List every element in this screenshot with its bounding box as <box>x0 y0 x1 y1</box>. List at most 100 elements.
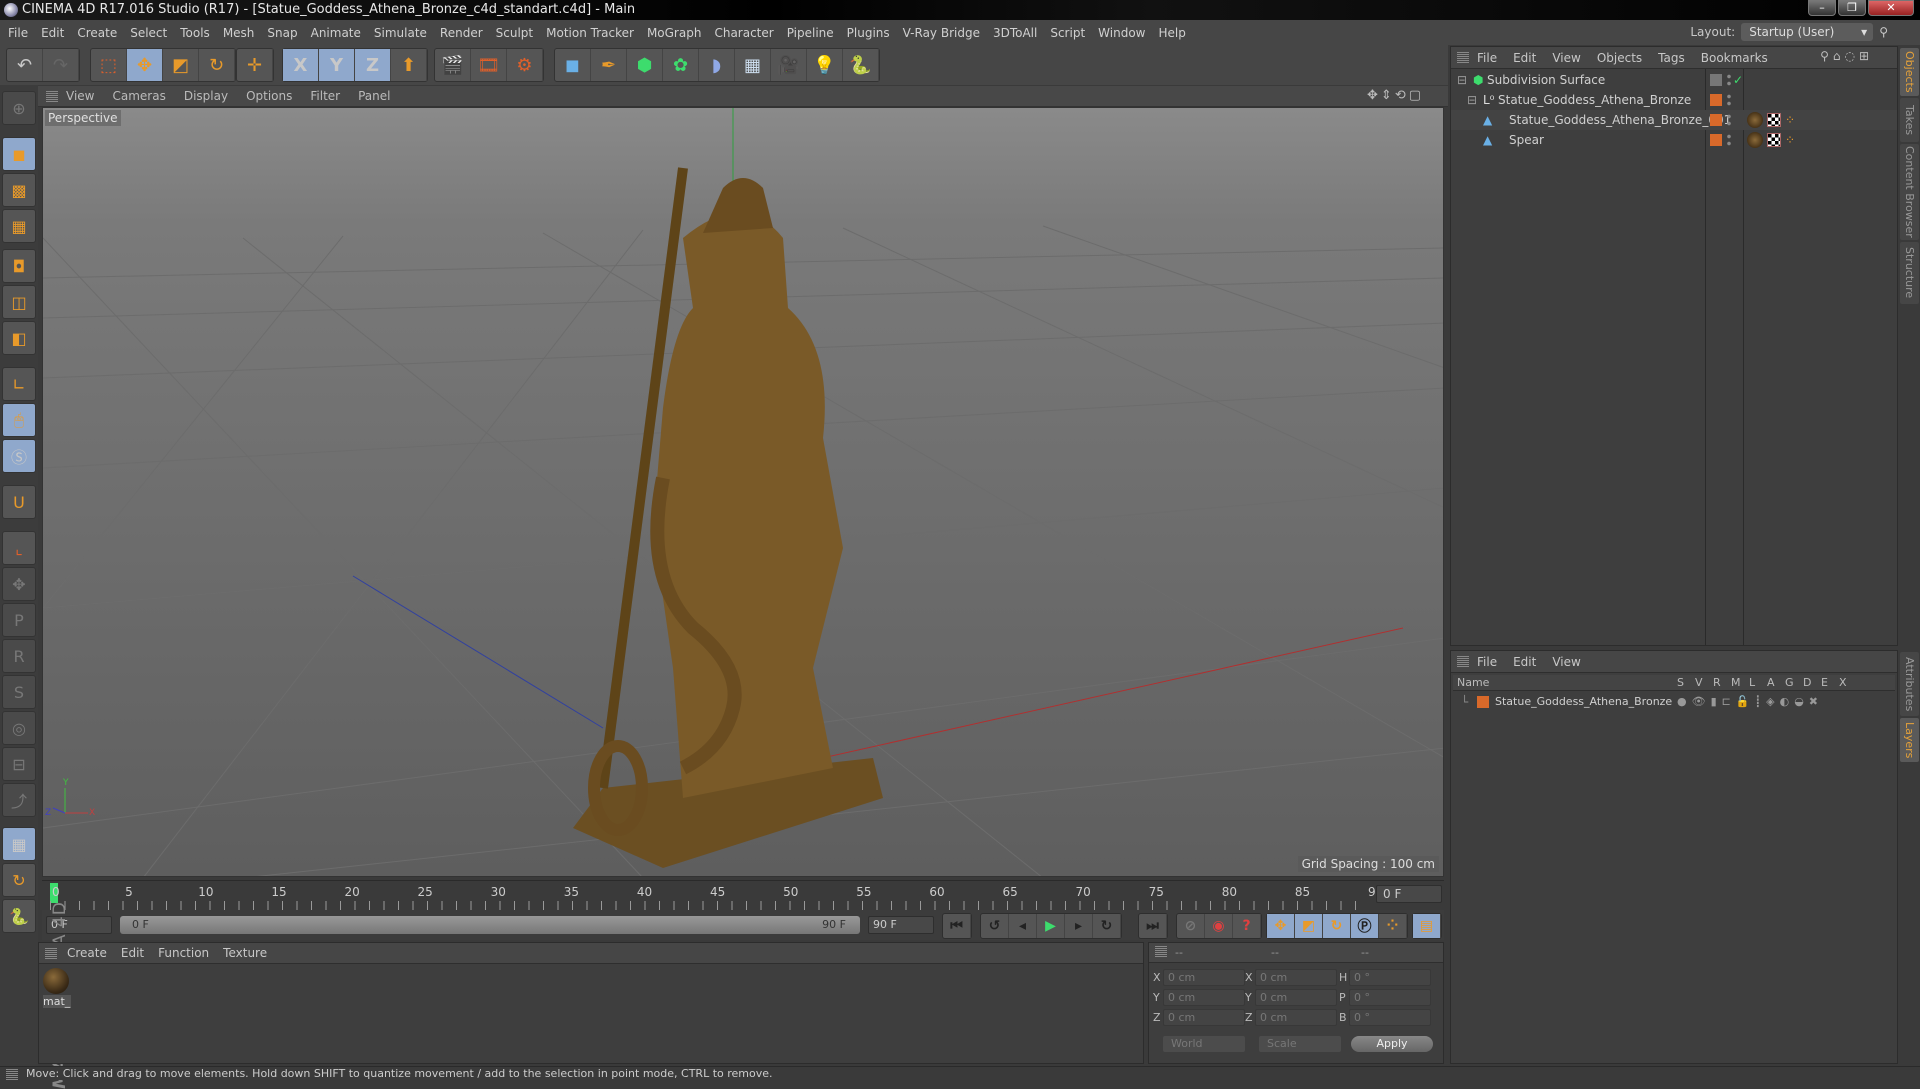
layout-dropdown[interactable]: Startup (User) <box>1741 23 1874 41</box>
play-icon[interactable]: ▶ <box>1037 914 1065 938</box>
minimize-button[interactable]: – <box>1808 0 1836 16</box>
panel-grip-icon[interactable] <box>46 91 58 102</box>
object-menu-bookmarks[interactable]: Bookmarks <box>1701 51 1768 65</box>
layer-column-d[interactable]: D <box>1803 675 1811 691</box>
viewport-menu-display[interactable]: Display <box>184 89 228 103</box>
layer-menu-view[interactable]: View <box>1552 655 1580 669</box>
tab-layers[interactable]: Layers <box>1900 718 1919 762</box>
deformer-icon[interactable]: ◗ <box>699 49 735 81</box>
restore-button[interactable]: ❐ <box>1838 0 1866 16</box>
object-row-spear[interactable]: ▲ Spear ⁘ <box>1451 130 1897 150</box>
make-editable-icon[interactable]: ⊕ <box>2 91 36 125</box>
light-icon[interactable]: 💡 <box>807 49 843 81</box>
axis-mode-icon[interactable]: ∟ <box>2 367 36 401</box>
athena-statue[interactable] <box>573 167 883 868</box>
layer-column-x[interactable]: X <box>1839 675 1847 691</box>
key-rotation-icon[interactable]: ↻ <box>1323 914 1351 938</box>
texture-mode-icon[interactable]: ▩ <box>2 173 36 207</box>
close-button[interactable]: ✕ <box>1868 0 1914 16</box>
menu-sculpt[interactable]: Sculpt <box>496 26 533 40</box>
layer-color-swatch[interactable] <box>1477 696 1489 708</box>
menu-plugins[interactable]: Plugins <box>847 26 890 40</box>
z-axis-lock-icon[interactable]: Z <box>355 49 391 81</box>
position-field-z[interactable]: 0 cm <box>1163 1009 1245 1026</box>
visibility-dots[interactable] <box>1727 133 1731 147</box>
phong-tag-icon[interactable]: ⁘ <box>1785 130 1795 150</box>
material-menu-texture[interactable]: Texture <box>223 946 267 960</box>
layer-column-l[interactable]: L <box>1749 675 1755 691</box>
rotation-field-x[interactable]: 0 ° <box>1349 969 1431 986</box>
object-menu-edit[interactable]: Edit <box>1513 51 1536 65</box>
render-picture-viewer-icon[interactable]: 🎞 <box>471 49 507 81</box>
cloner-icon[interactable]: ✿ <box>663 49 699 81</box>
object-menu-tags[interactable]: Tags <box>1658 51 1685 65</box>
layer-swatch[interactable] <box>1710 114 1722 126</box>
size-field-z[interactable]: 0 cm <box>1255 1009 1337 1026</box>
menu-edit[interactable]: Edit <box>41 26 64 40</box>
last-tool-icon[interactable]: ✛ <box>237 49 273 81</box>
menu-help[interactable]: Help <box>1158 26 1185 40</box>
psr-disabled-icon[interactable]: S <box>2 675 36 709</box>
3d-viewport[interactable]: Y X Z Perspective Grid Spacing : 100 cm <box>42 107 1444 877</box>
material-swatch[interactable]: mat_S <box>43 968 71 1008</box>
live-selection-icon[interactable]: ⬚ <box>91 49 127 81</box>
object-row-statue-null[interactable]: ⊟ L⁰ Statue_Goddess_Athena_Bronze <box>1451 90 1897 110</box>
material-menu-function[interactable]: Function <box>158 946 209 960</box>
previous-frame-icon[interactable]: ◂ <box>1009 914 1037 938</box>
magnet-icon[interactable]: U <box>2 485 36 519</box>
polygons-mode-icon[interactable]: ◧ <box>2 321 36 355</box>
next-frame-icon[interactable]: ▸ <box>1065 914 1093 938</box>
visibility-dots[interactable] <box>1727 113 1731 127</box>
python-script-icon[interactable]: 🐍 <box>2 899 36 933</box>
pen-icon[interactable]: ✒ <box>591 49 627 81</box>
key-point-level-icon[interactable]: ⁘ <box>1379 914 1407 938</box>
menu-mograph[interactable]: MoGraph <box>647 26 702 40</box>
render-view-icon[interactable]: 🎬 <box>435 49 471 81</box>
viewport-camera-label[interactable]: Perspective <box>45 110 121 126</box>
tab-content-browser[interactable]: Content Browser <box>1900 144 1919 240</box>
enabled-check-icon[interactable]: ✓ <box>1733 70 1743 90</box>
menu-create[interactable]: Create <box>77 26 117 40</box>
tab-takes[interactable]: Takes <box>1900 98 1919 142</box>
frame-range-slider[interactable]: 0 F 90 F <box>120 916 860 934</box>
points-mode-icon[interactable]: ◘ <box>2 249 36 283</box>
viewport-menu-cameras[interactable]: Cameras <box>112 89 165 103</box>
layer-swatch[interactable] <box>1710 74 1722 86</box>
phong-tag-icon[interactable]: ⁘ <box>1785 110 1795 130</box>
layer-name[interactable]: Statue_Goddess_Athena_Bronze <box>1495 692 1672 712</box>
scale-icon[interactable]: ◩ <box>163 49 199 81</box>
material-tag-icon[interactable] <box>1747 132 1763 148</box>
next-keyframe-icon[interactable]: ↻ <box>1093 914 1121 938</box>
tab-attributes[interactable]: Attributes <box>1900 652 1919 716</box>
layer-column-m[interactable]: M <box>1731 675 1741 691</box>
menu-3dtoall[interactable]: 3DToAll <box>993 26 1037 40</box>
edges-mode-icon[interactable]: ◫ <box>2 285 36 319</box>
size-field-y[interactable]: 0 cm <box>1255 989 1337 1006</box>
menu-v-ray-bridge[interactable]: V-Ray Bridge <box>903 26 980 40</box>
menu-file[interactable]: File <box>8 26 28 40</box>
menu-mesh[interactable]: Mesh <box>223 26 255 40</box>
panel-grip-icon[interactable] <box>1457 52 1469 63</box>
object-menu-file[interactable]: File <box>1477 51 1497 65</box>
layer-swatch[interactable] <box>1710 134 1722 146</box>
material-tag-icon[interactable] <box>1747 112 1763 128</box>
current-frame-field[interactable]: 0 F <box>1376 885 1442 903</box>
render-settings-icon[interactable]: ⚙ <box>507 49 543 81</box>
menu-character[interactable]: Character <box>714 26 773 40</box>
subdivision-surface-icon[interactable]: ⬢ <box>627 49 663 81</box>
layer-menu-edit[interactable]: Edit <box>1513 655 1536 669</box>
panel-grip-icon[interactable] <box>45 948 57 959</box>
record-active-icon[interactable]: ◉ <box>1205 914 1233 938</box>
layer-menu-file[interactable]: File <box>1477 655 1497 669</box>
layer-column-e[interactable]: E <box>1821 675 1828 691</box>
workplane-lock-icon[interactable]: ▦ <box>2 827 36 861</box>
locked-disabled-icon[interactable]: ⊟ <box>2 747 36 781</box>
uvw-tag-icon[interactable] <box>1767 113 1781 127</box>
menu-script[interactable]: Script <box>1050 26 1085 40</box>
menu-simulate[interactable]: Simulate <box>374 26 427 40</box>
visibility-dots[interactable] <box>1727 73 1731 87</box>
search-icon[interactable]: ⚲ <box>1879 25 1888 39</box>
workplane-axis-icon[interactable]: ⌞ <box>2 531 36 565</box>
autokey-icon[interactable]: ? <box>1233 914 1261 938</box>
layer-column-g[interactable]: G <box>1785 675 1794 691</box>
